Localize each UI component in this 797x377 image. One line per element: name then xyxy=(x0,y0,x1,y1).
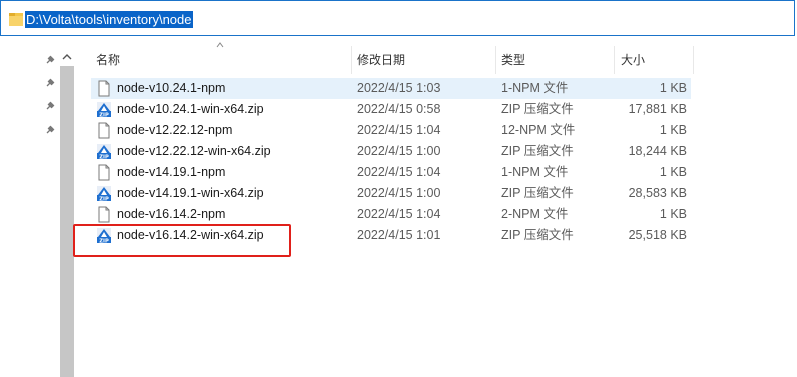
file-size: 1 KB xyxy=(659,123,687,137)
zip-icon: ZIP xyxy=(96,185,112,202)
column-divider[interactable] xyxy=(495,46,496,74)
file-name: node-v12.22.12-win-x64.zip xyxy=(117,144,271,158)
pin-icon[interactable] xyxy=(45,55,55,65)
sort-ascending-icon xyxy=(216,42,224,48)
file-size: 28,583 KB xyxy=(628,186,687,200)
file-date: 2022/4/15 1:01 xyxy=(357,228,441,242)
column-divider[interactable] xyxy=(614,46,615,74)
file-name: node-v10.24.1-npm xyxy=(117,81,226,95)
file-name: node-v12.22.12-npm xyxy=(117,123,233,137)
file-row[interactable]: node-v16.14.2-npm 2022/4/15 1:04 2-NPM 文件 1… xyxy=(91,204,691,225)
column-header-size[interactable]: 大小 xyxy=(621,46,645,74)
file-row[interactable]: ZIP node-v12.22.12-win-x64.zip 2022/4/15 1… xyxy=(91,141,691,162)
pin-icon[interactable] xyxy=(45,125,55,135)
svg-text:ZIP: ZIP xyxy=(99,112,109,118)
pin-icon[interactable] xyxy=(45,101,55,111)
file-date: 2022/4/15 1:00 xyxy=(357,144,441,158)
file-date: 2022/4/15 0:58 xyxy=(357,102,441,116)
nav-scrollbar-thumb[interactable] xyxy=(60,66,74,377)
file-row[interactable]: ZIP node-v10.24.1-win-x64.zip 2022/4/15 0:… xyxy=(91,99,691,120)
file-row[interactable]: node-v10.24.1-npm 2022/4/15 1:03 1-NPM 文件 1… xyxy=(91,78,691,99)
file-name: node-v14.19.1-npm xyxy=(117,165,226,179)
scroll-up-arrow-icon[interactable] xyxy=(62,53,72,61)
file-icon xyxy=(96,122,112,139)
column-divider[interactable] xyxy=(693,46,694,74)
file-type: ZIP 压缩文件 xyxy=(501,144,574,158)
file-size: 1 KB xyxy=(659,207,687,221)
column-header-name[interactable]: 名称 xyxy=(96,46,120,74)
file-type: 12-NPM 文件 xyxy=(501,123,576,137)
file-date: 2022/4/15 1:03 xyxy=(357,81,441,95)
file-type: 1-NPM 文件 xyxy=(501,165,569,179)
file-size: 25,518 KB xyxy=(628,228,687,242)
file-type: ZIP 压缩文件 xyxy=(501,102,574,116)
file-icon xyxy=(96,164,112,181)
file-date: 2022/4/15 1:04 xyxy=(357,207,441,221)
file-row[interactable]: ZIP node-v14.19.1-win-x64.zip 2022/4/15 1:… xyxy=(91,183,691,204)
file-name: node-v16.14.2-npm xyxy=(117,207,226,221)
zip-icon: ZIP xyxy=(96,143,112,160)
zip-icon: ZIP xyxy=(96,101,112,118)
address-bar[interactable]: D:\Volta\tools\inventory\node xyxy=(0,0,795,36)
file-type: ZIP 压缩文件 xyxy=(501,186,574,200)
highlight-annotation-box xyxy=(73,224,291,257)
file-row[interactable]: node-v14.19.1-npm 2022/4/15 1:04 1-NPM 文件 1… xyxy=(91,162,691,183)
column-header-type[interactable]: 类型 xyxy=(501,46,525,74)
file-icon xyxy=(96,206,112,223)
file-row[interactable]: node-v12.22.12-npm 2022/4/15 1:04 12-NPM 文… xyxy=(91,120,691,141)
column-divider[interactable] xyxy=(351,46,352,74)
address-path[interactable]: D:\Volta\tools\inventory\node xyxy=(25,11,193,28)
file-name: node-v10.24.1-win-x64.zip xyxy=(117,102,264,116)
file-size: 1 KB xyxy=(659,165,687,179)
column-header-date[interactable]: 修改日期 xyxy=(357,46,405,74)
file-name: node-v14.19.1-win-x64.zip xyxy=(117,186,264,200)
svg-text:ZIP: ZIP xyxy=(99,154,109,160)
file-type: 2-NPM 文件 xyxy=(501,207,569,221)
file-icon xyxy=(96,80,112,97)
file-date: 2022/4/15 1:04 xyxy=(357,165,441,179)
file-type: 1-NPM 文件 xyxy=(501,81,569,95)
pin-icon[interactable] xyxy=(45,78,55,88)
folder-icon xyxy=(9,13,23,26)
file-size: 1 KB xyxy=(659,81,687,95)
file-date: 2022/4/15 1:00 xyxy=(357,186,441,200)
file-type: ZIP 压缩文件 xyxy=(501,228,574,242)
svg-text:ZIP: ZIP xyxy=(99,196,109,202)
file-date: 2022/4/15 1:04 xyxy=(357,123,441,137)
file-size: 18,244 KB xyxy=(628,144,687,158)
file-size: 17,881 KB xyxy=(628,102,687,116)
